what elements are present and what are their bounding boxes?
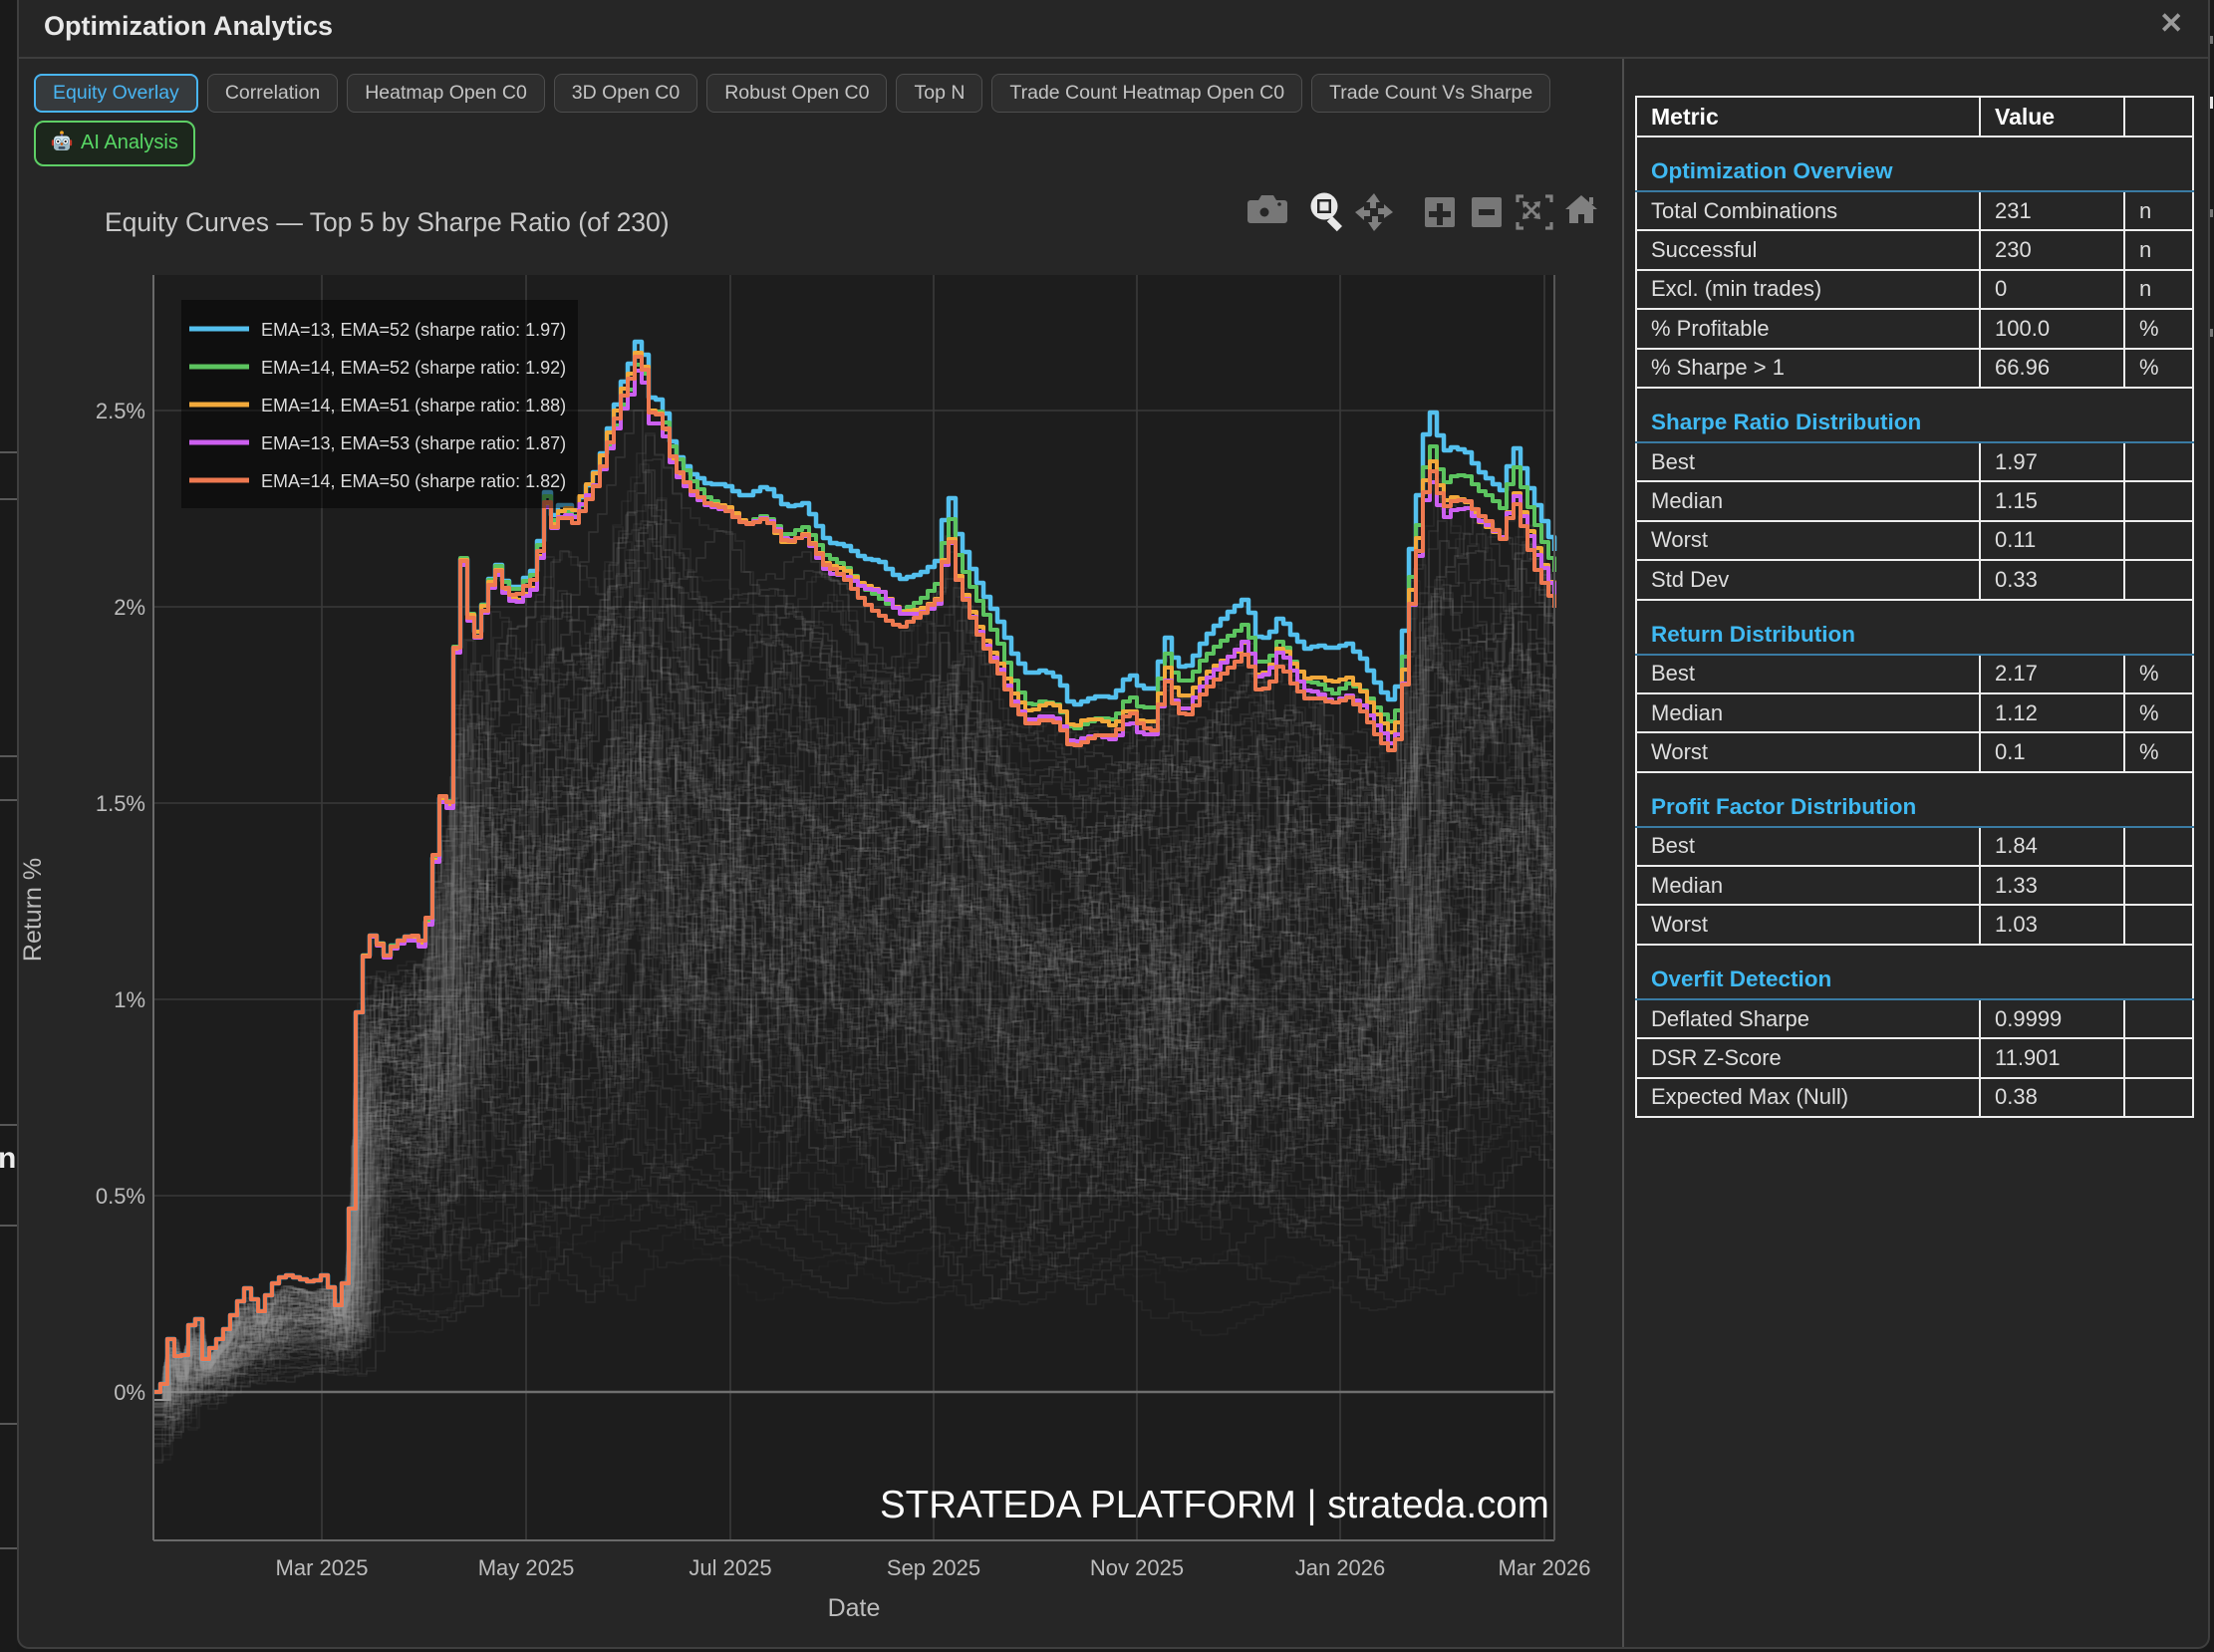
svg-text:EMA=13, EMA=52 (sharpe ratio:: EMA=13, EMA=52 (sharpe ratio: 1.97) bbox=[261, 320, 566, 340]
svg-text:EMA=14, EMA=50 (sharpe ratio:: EMA=14, EMA=50 (sharpe ratio: 1.82) bbox=[261, 471, 566, 491]
svg-text:Nov 2025: Nov 2025 bbox=[1090, 1555, 1184, 1580]
svg-text:May 2025: May 2025 bbox=[478, 1555, 575, 1580]
svg-text:Sep 2025: Sep 2025 bbox=[887, 1555, 980, 1580]
svg-text:2%: 2% bbox=[114, 595, 145, 620]
svg-text:1.5%: 1.5% bbox=[96, 791, 145, 816]
svg-text:Mar 2025: Mar 2025 bbox=[276, 1555, 369, 1580]
svg-text:0%: 0% bbox=[114, 1380, 145, 1405]
svg-text:EMA=13, EMA=53 (sharpe ratio:: EMA=13, EMA=53 (sharpe ratio: 1.87) bbox=[261, 433, 566, 453]
svg-text:STRATEDA PLATFORM | strateda.c: STRATEDA PLATFORM | strateda.com bbox=[880, 1484, 1549, 1526]
svg-text:EMA=14, EMA=51 (sharpe ratio:: EMA=14, EMA=51 (sharpe ratio: 1.88) bbox=[261, 396, 566, 415]
svg-text:1%: 1% bbox=[114, 987, 145, 1012]
svg-text:Jul 2025: Jul 2025 bbox=[689, 1555, 771, 1580]
svg-text:Return %: Return % bbox=[19, 858, 47, 962]
svg-text:Date: Date bbox=[828, 1594, 881, 1622]
svg-text:2.5%: 2.5% bbox=[96, 399, 145, 423]
svg-text:Equity Curves — Top 5 by Sharp: Equity Curves — Top 5 by Sharpe Ratio (o… bbox=[105, 207, 670, 237]
svg-text:0.5%: 0.5% bbox=[96, 1184, 145, 1209]
svg-text:Mar 2026: Mar 2026 bbox=[1499, 1555, 1591, 1580]
svg-text:EMA=14, EMA=52 (sharpe ratio:: EMA=14, EMA=52 (sharpe ratio: 1.92) bbox=[261, 358, 566, 378]
svg-text:Jan 2026: Jan 2026 bbox=[1295, 1555, 1386, 1580]
